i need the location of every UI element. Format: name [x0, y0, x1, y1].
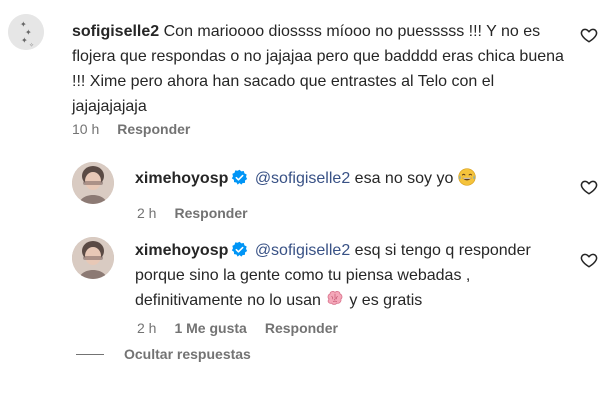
- comment-meta: 2 h 1 Me gusta Responder: [137, 320, 338, 336]
- reply-ximehoyosp-2: ximehoyosp @sofigiselle2 esq si tengo q …: [0, 230, 609, 340]
- comment-time[interactable]: 10 h: [72, 121, 99, 137]
- avatar[interactable]: [72, 162, 114, 204]
- mention-link[interactable]: @sofigiselle2: [255, 242, 350, 259]
- svg-text:✧: ✧: [29, 42, 34, 49]
- tears-of-joy-emoji-icon: [458, 168, 477, 186]
- comment-username[interactable]: sofigiselle2: [72, 23, 159, 40]
- comment-text-continued: y es gratis: [349, 292, 423, 309]
- comment-time[interactable]: 2 h: [137, 205, 156, 221]
- verified-badge-icon: [232, 169, 248, 185]
- hide-replies-row[interactable]: Ocultar respuestas: [76, 346, 251, 362]
- comment-text: esa no soy yo: [354, 170, 454, 187]
- avatar-star-pattern-icon: ✦ ✦ ✦ ✧: [8, 14, 44, 50]
- comment-username[interactable]: ximehoyosp: [135, 170, 228, 187]
- brain-emoji-icon: [327, 291, 343, 305]
- heart-icon[interactable]: [580, 26, 598, 44]
- avatar[interactable]: [72, 237, 114, 279]
- avatar-photo-icon: [72, 237, 114, 279]
- divider-line: [76, 353, 104, 355]
- heart-icon[interactable]: [580, 178, 598, 196]
- reply-button[interactable]: Responder: [265, 320, 338, 336]
- heart-icon[interactable]: [580, 251, 598, 269]
- verified-badge-icon: [232, 241, 248, 257]
- comment-username[interactable]: ximehoyosp: [135, 242, 228, 259]
- reply-button[interactable]: Responder: [174, 205, 247, 221]
- avatar-photo-icon: [72, 162, 114, 204]
- likes-count[interactable]: 1 Me gusta: [174, 320, 246, 336]
- svg-text:✦: ✦: [21, 36, 28, 45]
- comment-body: ximehoyosp @sofigiselle2 esq si tengo q …: [135, 238, 575, 313]
- reply-button[interactable]: Responder: [117, 121, 190, 137]
- comment-meta: 10 h Responder: [72, 121, 190, 137]
- mention-link[interactable]: @sofigiselle2: [255, 170, 350, 187]
- reply-ximehoyosp-1: ximehoyosp @sofigiselle2 esa no soy yo 2…: [0, 150, 609, 230]
- comment-sofigiselle2: ✦ ✦ ✦ ✧ sofigiselle2 Con marioooo diosss…: [0, 0, 609, 150]
- avatar[interactable]: ✦ ✦ ✦ ✧: [8, 14, 44, 50]
- comment-body: ximehoyosp @sofigiselle2 esa no soy yo: [135, 166, 565, 191]
- hide-replies-button[interactable]: Ocultar respuestas: [124, 346, 251, 362]
- comment-meta: 2 h Responder: [137, 205, 248, 221]
- comment-body: sofigiselle2 Con marioooo diossss míooo …: [72, 19, 572, 119]
- comment-time[interactable]: 2 h: [137, 320, 156, 336]
